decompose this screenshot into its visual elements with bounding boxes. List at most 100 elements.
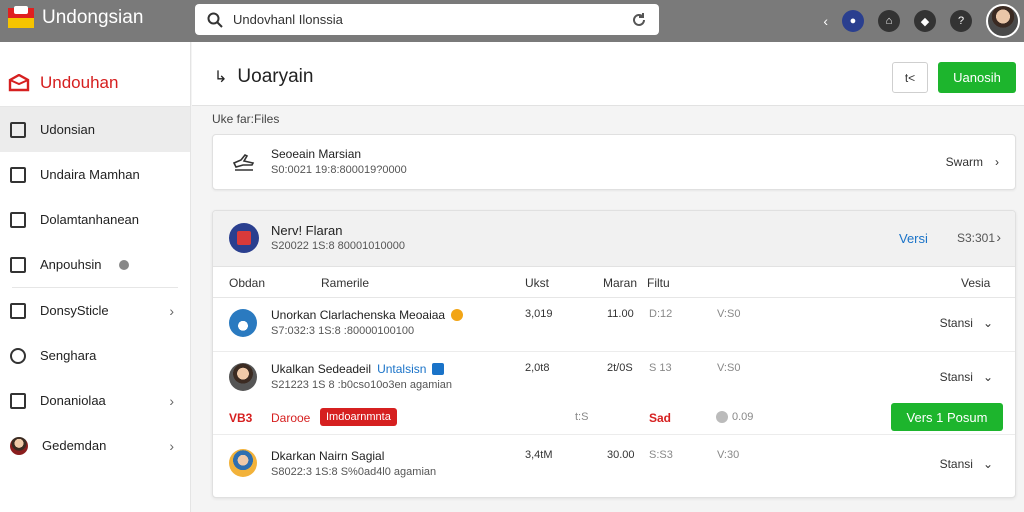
- circle-icon: [10, 347, 26, 364]
- column-header[interactable]: Vesia: [961, 276, 990, 290]
- sidebar: Undouhan Udonsian Undaira Mamhan Dolamta…: [0, 42, 191, 512]
- outline-button[interactable]: t<: [892, 62, 928, 93]
- search-bar[interactable]: [195, 4, 659, 35]
- search-icon: [207, 12, 223, 28]
- grid-icon: [10, 302, 26, 319]
- results-card-header[interactable]: Nerv! Flaran S20022 1S:8 80001010000 Ver…: [213, 211, 1015, 267]
- sidebar-item-donsysticle[interactable]: DonsySticle ›: [0, 288, 190, 333]
- sidebar-item-udonsian[interactable]: Udonsian: [0, 107, 190, 152]
- flag-thumbnail-icon: [229, 223, 259, 253]
- file-card[interactable]: Seoeain Marsian S0:0021 19:8:800019?0000…: [212, 134, 1016, 190]
- table-row[interactable]: Unorkan Clarlachenska Meoaiaa S7:032:3 1…: [213, 298, 1015, 352]
- sidebar-item-donaniolaa[interactable]: Donaniolaa ›: [0, 378, 190, 423]
- row-cell: V:30: [717, 449, 740, 461]
- alert-label: Darooe: [271, 411, 311, 425]
- search-input[interactable]: [233, 12, 621, 27]
- row-action[interactable]: Stansi ⌄: [940, 316, 993, 330]
- notification-icon[interactable]: ●: [842, 10, 864, 32]
- sidebar-item-label: Gedemdan: [42, 438, 107, 453]
- row-title: Ukalkan Sedeadeil Untalsisn: [271, 362, 445, 376]
- row-cell: S 13: [649, 362, 672, 374]
- chevron-right-icon[interactable]: ›: [996, 229, 1001, 245]
- alert-row[interactable]: VB3 Darooe Imdoarnmnta t:S Sad 0.09 Vers…: [213, 401, 1015, 435]
- list-icon: [10, 211, 26, 228]
- table-row[interactable]: Ukalkan Sedeadeil Untalsisn S21223 1S 8 …: [213, 352, 1015, 401]
- column-header[interactable]: Filtu: [647, 276, 670, 290]
- table-row[interactable]: Dkarkan Nairn Sagial S8022:3 1S:8 S%0ad4…: [213, 435, 1015, 495]
- row-cell: 2t/0S: [607, 362, 633, 374]
- card-action-label: Swarm: [945, 155, 983, 169]
- alert-cell: Sad: [649, 411, 672, 425]
- user-avatar[interactable]: [986, 4, 1020, 38]
- row-cell: 3,019: [525, 308, 553, 320]
- sidebar-item-label: Undaira Mamhan: [40, 167, 140, 182]
- alert-tag[interactable]: Imdoarnmnta: [320, 408, 397, 426]
- card-action[interactable]: Swarm ›: [946, 155, 999, 169]
- chevron-right-icon: ›: [169, 437, 174, 454]
- row-title-text: Unorkan Clarlachenska Meoaiaa: [271, 308, 446, 322]
- sidebar-item-dolamtan[interactable]: Dolamtanhanean: [0, 197, 190, 242]
- alert-code: VB3: [229, 411, 253, 425]
- back-chevron-icon[interactable]: ‹: [823, 13, 828, 29]
- row-cell: 3,4tM: [525, 449, 553, 461]
- alert-cell-value: 0.09: [732, 411, 754, 423]
- results-card-subtitle: S20022 1S:8 80001010000: [271, 240, 405, 252]
- column-header[interactable]: Ramerile: [321, 276, 369, 290]
- primary-button[interactable]: Uanosih: [938, 62, 1016, 93]
- page-header: ↳ Uoaryain t< Uanosih: [192, 42, 1024, 106]
- sidebar-item-senghara[interactable]: Senghara: [0, 333, 190, 378]
- row-title: Dkarkan Nairn Sagial: [271, 449, 384, 463]
- alert-cell: t:S: [575, 411, 589, 423]
- brand-label: Undouhan: [40, 73, 119, 92]
- person-avatar: [229, 363, 257, 391]
- profile-icon: [10, 436, 28, 455]
- row-action[interactable]: Stansi ⌄: [940, 457, 993, 471]
- section-label: Uke far:Files: [212, 112, 280, 126]
- person-avatar: [229, 449, 257, 477]
- results-card-title: Nerv! Flaran: [271, 223, 343, 238]
- sidebar-item-undaira[interactable]: Undaira Mamhan: [0, 152, 190, 197]
- row-cell: S:S3: [649, 449, 673, 461]
- row-subtitle: S7:032:3 1S:8 :80000100100: [271, 325, 415, 337]
- sidebar-item-anpouhsin[interactable]: Anpouhsin: [0, 242, 190, 287]
- box-logo-icon: [8, 74, 30, 92]
- top-bar: Undongsian ‹ ● ⌂ ◆ ?: [0, 0, 1024, 42]
- results-number: S3:301: [957, 231, 996, 245]
- lock-icon[interactable]: ⌂: [878, 10, 900, 32]
- row-cell: V:S0: [717, 362, 741, 374]
- chevron-right-icon: ›: [169, 302, 174, 319]
- app-name: Undongsian: [42, 7, 144, 28]
- globe-icon: [229, 309, 257, 337]
- row-subtitle: S21223 1S 8 :b0cso10o3en agamian: [271, 379, 453, 391]
- sidebar-item-label: Donaniolaa: [40, 393, 106, 408]
- column-header[interactable]: Maran: [603, 276, 637, 290]
- row-cell: 30.00: [607, 449, 635, 461]
- top-actions: ‹ ● ⌂ ◆ ?: [823, 0, 1024, 42]
- shield-icon[interactable]: ◆: [914, 10, 936, 32]
- sidebar-brand[interactable]: Undouhan: [0, 42, 190, 102]
- chevron-down-icon: ⌄: [982, 316, 993, 330]
- refresh-icon[interactable]: [631, 12, 647, 28]
- row-action[interactable]: Stansi ⌄: [940, 370, 993, 384]
- verified-icon: [432, 363, 445, 375]
- page-title-text: Uoaryain: [237, 66, 314, 87]
- row-title-text: Ukalkan Sedeadeil: [271, 362, 372, 376]
- help-icon[interactable]: ?: [950, 10, 972, 32]
- plane-icon: [232, 153, 255, 176]
- sidebar-item-label: Udonsian: [40, 122, 95, 137]
- row-subtitle: S8022:3 1S:8 S%0ad4l0 agamian: [271, 466, 437, 478]
- card-title: Seoeain Marsian: [271, 147, 362, 161]
- app-logo[interactable]: Undongsian: [8, 6, 143, 30]
- row-action-label: Stansi: [939, 457, 973, 471]
- terminal-icon: [10, 256, 26, 273]
- row-cell: D:12: [649, 308, 673, 320]
- versi-link[interactable]: Versi: [899, 231, 928, 246]
- page-title: ↳ Uoaryain: [214, 66, 313, 88]
- sidebar-item-gedemdan[interactable]: Gedemdan ›: [0, 423, 190, 468]
- chevron-right-icon: ›: [169, 392, 174, 409]
- version-post-button[interactable]: Vers 1 Posum: [891, 403, 1003, 431]
- table-header: Obdan Ramerile Ukst Maran Filtu Vesia: [213, 267, 1015, 298]
- row-title-link[interactable]: Untalsisn: [377, 362, 426, 376]
- column-header[interactable]: Ukst: [525, 276, 549, 290]
- column-header[interactable]: Obdan: [229, 276, 265, 290]
